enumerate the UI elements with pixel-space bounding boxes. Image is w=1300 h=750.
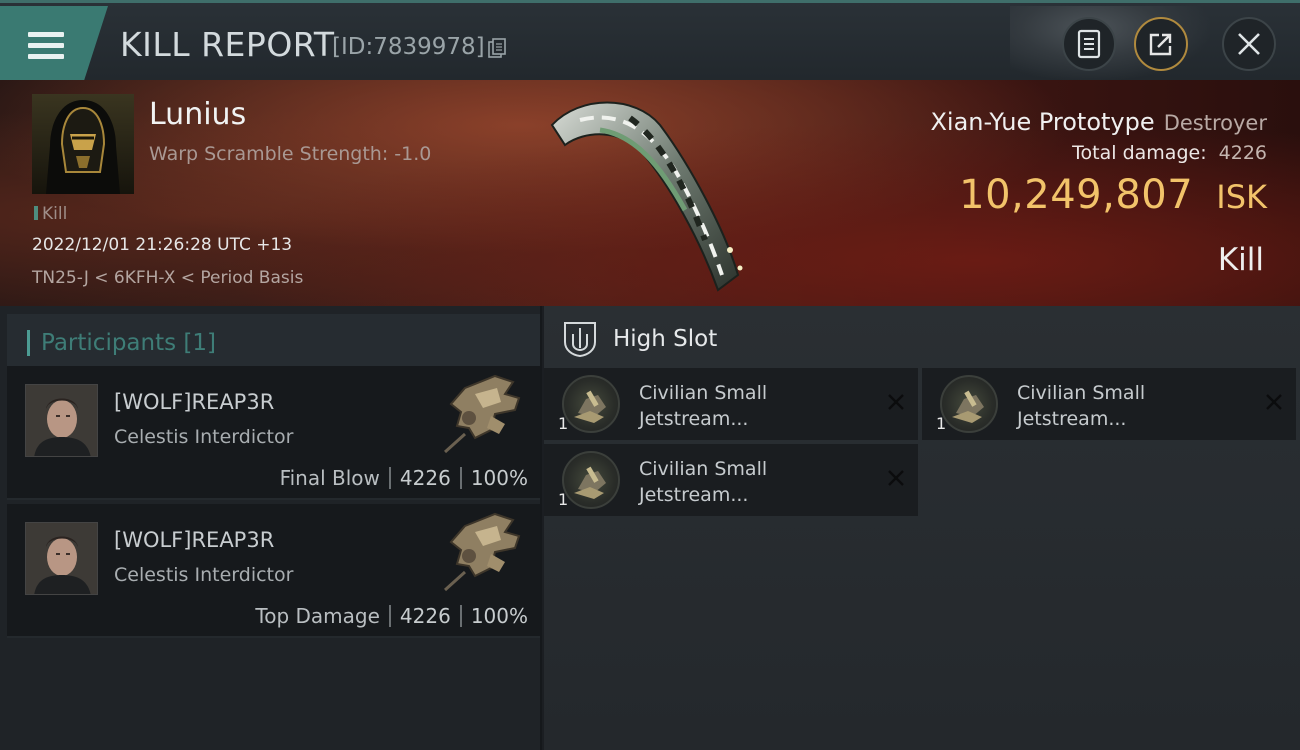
victim-name: Lunius: [149, 97, 247, 132]
close-icon: [1238, 33, 1260, 55]
module-quantity: 1: [936, 414, 947, 433]
participant-ship: Celestis Interdictor: [114, 426, 294, 448]
kill-result: Kill: [1217, 242, 1264, 278]
participant-row[interactable]: [WOLF]REAP3R Celestis Interdictor Top Da…: [7, 504, 540, 638]
module-quantity: 1: [558, 414, 569, 433]
kill-tag: Kill: [34, 204, 67, 224]
victim-ship-image: [550, 101, 743, 292]
participants-panel: Participants [1] [WOLF]REAP3R Celestis I…: [0, 306, 542, 750]
destroyed-x-icon: [888, 470, 904, 486]
warp-scramble-strength: Warp Scramble Strength: -1.0: [149, 143, 432, 165]
module-icon: [562, 375, 620, 433]
isk-amount: 10,249,807: [959, 172, 1194, 218]
participants-header: Participants [1]: [7, 314, 540, 366]
victim-ship-class: Destroyer: [1163, 111, 1267, 135]
module-icon: [562, 451, 620, 509]
participant-percent: 100%: [470, 466, 528, 490]
participants-title: Participants [1]: [41, 330, 216, 356]
report-id: [ID:7839978]: [332, 34, 485, 60]
module-item[interactable]: 1 Civilian Small Jetstream...: [544, 368, 918, 440]
document-button[interactable]: [1062, 17, 1116, 71]
participant-ship-image: [443, 512, 521, 592]
participant-name: [WOLF]REAP3R: [114, 390, 275, 414]
kill-datetime: 2022/12/01 21:26:28 UTC +13: [32, 235, 293, 255]
total-damage-label: Total damage:: [1072, 142, 1207, 164]
export-icon: [1149, 33, 1172, 56]
module-name: Civilian Small Jetstream...: [639, 458, 768, 506]
participant-stat-label: Final Blow: [279, 466, 380, 490]
module-name: Civilian Small Jetstream...: [1017, 382, 1146, 430]
high-slot-icon: [564, 322, 596, 358]
kill-banner: Lunius Warp Scramble Strength: -1.0 Kill…: [0, 80, 1300, 306]
participant-stats: Top Damage 4226 100%: [255, 604, 528, 628]
total-damage: Total damage: 4226: [1072, 142, 1267, 164]
menu-icon: [28, 32, 64, 62]
participant-row[interactable]: [WOLF]REAP3R Celestis Interdictor Final …: [7, 366, 540, 500]
participant-portrait[interactable]: [25, 522, 98, 595]
menu-button[interactable]: [0, 6, 108, 80]
victim-ship-name: Xian-Yue Prototype: [930, 108, 1155, 136]
module-item[interactable]: 1 Civilian Small Jetstream...: [922, 368, 1296, 440]
participant-damage: 4226: [399, 604, 451, 628]
module-icon: [940, 375, 998, 433]
victim-ship: Xian-Yue Prototype Destroyer: [930, 108, 1267, 136]
kill-location: TN25-J < 6KFH-X < Period Basis: [32, 268, 304, 288]
participant-ship: Celestis Interdictor: [114, 564, 294, 586]
destroyed-x-icon: [1266, 394, 1282, 410]
copy-icon[interactable]: [488, 38, 506, 58]
participant-portrait[interactable]: [25, 384, 98, 457]
high-slot-title: High Slot: [613, 326, 718, 352]
page-title: KILL REPORT: [120, 25, 335, 64]
close-button[interactable]: [1222, 17, 1276, 71]
destroyed-x-icon: [888, 394, 904, 410]
isk-value: 10,249,807 ISK: [959, 172, 1267, 218]
victim-avatar[interactable]: [32, 94, 134, 194]
isk-unit: ISK: [1216, 178, 1267, 216]
export-button[interactable]: [1134, 17, 1188, 71]
participant-stats: Final Blow 4226 100%: [280, 466, 528, 490]
participant-name: [WOLF]REAP3R: [114, 528, 275, 552]
participant-ship-image: [443, 374, 521, 454]
document-icon: [1077, 29, 1101, 59]
participant-percent: 100%: [470, 604, 528, 628]
participant-stat-label: Top Damage: [255, 604, 380, 628]
module-name: Civilian Small Jetstream...: [639, 382, 768, 430]
fitting-panel: High Slot 1 Civilian Small Jetstream...: [544, 306, 1300, 750]
participant-damage: 4226: [399, 466, 451, 490]
module-item[interactable]: 1 Civilian Small Jetstream...: [544, 444, 918, 516]
module-quantity: 1: [558, 490, 569, 509]
total-damage-value: 4226: [1218, 142, 1267, 164]
window-header: KILL REPORT [ID:7839978]: [0, 0, 1300, 81]
